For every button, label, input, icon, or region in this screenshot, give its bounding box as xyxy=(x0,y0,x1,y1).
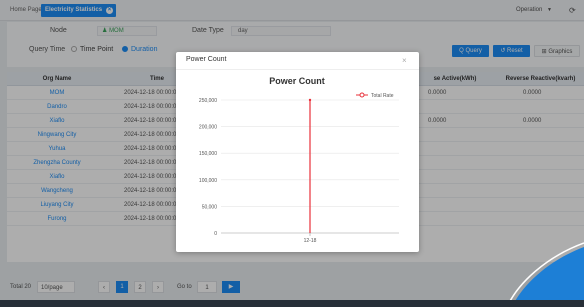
y-tick-label: 0 xyxy=(214,231,217,237)
legend-marker-icon xyxy=(359,92,365,98)
dialog-header: Power Count × xyxy=(176,52,419,70)
dialog-title: Power Count xyxy=(186,56,227,63)
y-tick-label: 250,000 xyxy=(199,98,217,104)
corner-swoosh xyxy=(512,247,584,307)
legend-label: Total Rate xyxy=(371,93,394,99)
power-count-chart: Power Count Total Rate 0 50,000 100,000 150… xyxy=(199,76,399,244)
y-tick-label: 50,000 xyxy=(202,204,218,210)
taskbar-strip xyxy=(0,300,584,307)
y-axis: 0 50,000 100,000 150,000 200,000 250,000 xyxy=(199,98,217,237)
y-tick-label: 200,000 xyxy=(199,125,217,131)
x-tick-label: 12-18 xyxy=(304,238,317,244)
chart-series xyxy=(308,98,312,233)
x-axis: 12-18 xyxy=(304,233,317,244)
y-tick-label: 150,000 xyxy=(199,151,217,157)
decorative-corner-shape xyxy=(506,242,584,307)
data-point[interactable] xyxy=(308,98,312,102)
y-tick-label: 100,000 xyxy=(199,178,217,184)
chart-legend[interactable]: Total Rate xyxy=(356,92,394,99)
power-count-dialog: Power Count × Power Count Total Rate 0 50… xyxy=(176,52,419,252)
chart-title: Power Count xyxy=(269,76,325,86)
close-icon[interactable]: × xyxy=(402,56,407,65)
